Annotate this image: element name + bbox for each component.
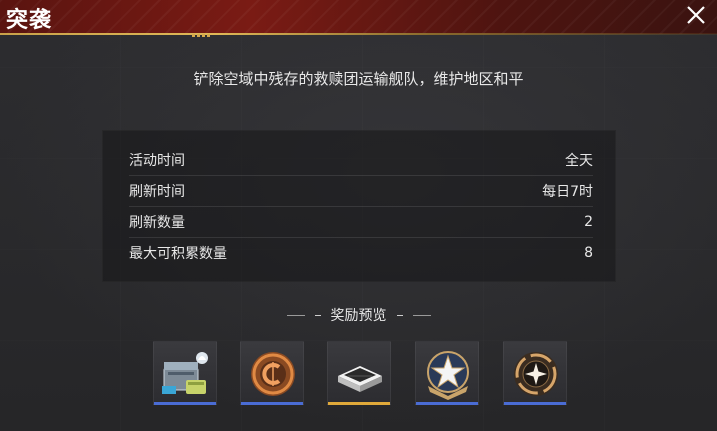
info-value: 8 bbox=[584, 245, 593, 261]
supply-crate-icon bbox=[162, 352, 208, 394]
info-value: 每日7时 bbox=[542, 184, 593, 200]
close-button[interactable] bbox=[683, 2, 709, 28]
info-panel: 活动时间 全天 刷新时间 每日7时 刷新数量 2 最大可积累数量 8 bbox=[102, 130, 616, 282]
title-underline-ticks bbox=[192, 34, 210, 37]
rarity-bar bbox=[154, 402, 216, 405]
rarity-bar bbox=[504, 402, 566, 405]
rewards-title: 奖励预览 bbox=[330, 308, 387, 324]
info-label: 活动时间 bbox=[129, 153, 185, 169]
info-row-refresh-time: 刷新时间 每日7时 bbox=[129, 176, 593, 206]
divider bbox=[396, 314, 403, 316]
info-value: 2 bbox=[584, 214, 593, 230]
title-bar: 突袭 bbox=[0, 0, 717, 34]
divider bbox=[286, 314, 305, 316]
reward-item-rank-insignia[interactable] bbox=[415, 341, 479, 405]
info-row-activity-time: 活动时间 全天 bbox=[129, 145, 593, 175]
info-row-max-accumulate: 最大可积累数量 8 bbox=[129, 238, 593, 268]
blueprint-box-icon bbox=[338, 366, 382, 392]
reward-item-star-medal[interactable] bbox=[503, 341, 567, 405]
info-label: 最大可积累数量 bbox=[129, 246, 227, 262]
star-medal-icon bbox=[514, 352, 558, 396]
info-label: 刷新数量 bbox=[129, 215, 185, 231]
title-underline bbox=[0, 33, 717, 35]
info-label: 刷新时间 bbox=[129, 184, 185, 200]
rarity-bar bbox=[241, 402, 303, 405]
close-icon bbox=[687, 6, 705, 24]
rarity-bar bbox=[416, 402, 478, 405]
rank-wings-star-icon bbox=[427, 351, 469, 400]
reward-item-supply-crate[interactable] bbox=[153, 341, 217, 405]
divider bbox=[314, 314, 321, 316]
divider bbox=[412, 314, 431, 316]
reward-item-blueprint-box[interactable] bbox=[327, 341, 391, 405]
rarity-bar bbox=[328, 402, 390, 405]
info-value: 全天 bbox=[565, 153, 593, 169]
page-title: 突袭 bbox=[6, 8, 53, 33]
rewards-header: 奖励预览 bbox=[0, 305, 717, 325]
info-row-refresh-count: 刷新数量 2 bbox=[129, 207, 593, 237]
reward-item-credit-coin[interactable] bbox=[240, 341, 304, 405]
credit-coin-icon bbox=[251, 352, 295, 396]
mission-description: 铲除空域中残存的救赎团运输舰队，维护地区和平 bbox=[193, 70, 524, 88]
